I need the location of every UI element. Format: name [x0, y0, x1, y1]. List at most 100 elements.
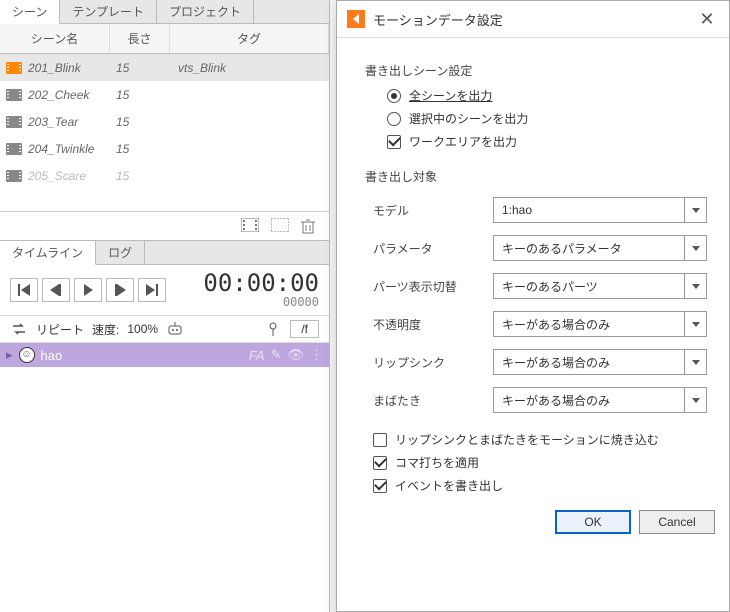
- timecode-frames: 00000: [203, 295, 319, 309]
- step-forward-button[interactable]: [106, 278, 134, 302]
- check-koma[interactable]: コマ打ちを適用: [373, 454, 707, 471]
- radio-label: 全シーンを出力: [409, 87, 492, 104]
- scene-length: 15: [110, 142, 170, 156]
- field-lipsync: リップシンク キーがある場合のみ: [373, 349, 707, 375]
- select-value: キーがある場合のみ: [502, 316, 610, 333]
- film-icon: [0, 62, 28, 74]
- visibility-icon[interactable]: 👁: [287, 347, 304, 363]
- parts-select[interactable]: キーのあるパーツ: [493, 273, 707, 299]
- menu-icon[interactable]: ⋮: [310, 347, 323, 363]
- field-label: まばたき: [373, 392, 493, 409]
- field-label: パーツ表示切替: [373, 278, 493, 295]
- scene-tag: vts_Blink: [170, 61, 329, 75]
- edit-icon[interactable]: ✎: [271, 347, 282, 363]
- scene-toolbar: [0, 212, 329, 241]
- cancel-button[interactable]: Cancel: [639, 510, 715, 534]
- scene-row[interactable]: 201_Blink 15 vts_Blink: [0, 54, 329, 81]
- select-value: キーがある場合のみ: [502, 392, 610, 409]
- radio-selected-scene[interactable]: 選択中のシーンを出力: [387, 110, 707, 127]
- section-export-scene: 書き出しシーン設定: [365, 62, 707, 79]
- scene-row[interactable]: 205_Scare 15: [0, 162, 329, 189]
- scene-name: 202_Cheek: [28, 88, 110, 102]
- scene-length: 15: [110, 115, 170, 129]
- blink-select[interactable]: キーがある場合のみ: [493, 387, 707, 413]
- scene-row[interactable]: 203_Tear 15: [0, 108, 329, 135]
- app-logo-icon: [347, 10, 365, 28]
- chevron-down-icon: [684, 350, 706, 374]
- radio-icon: [387, 112, 401, 126]
- dialog-title: モーションデータ設定: [373, 10, 503, 29]
- delete-scene-icon[interactable]: [301, 218, 315, 234]
- field-label: リップシンク: [373, 354, 493, 371]
- check-label: イベントを書き出し: [395, 477, 503, 494]
- expand-icon[interactable]: ▸: [6, 347, 13, 363]
- check-event[interactable]: イベントを書き出し: [373, 477, 707, 494]
- film-icon: [0, 89, 28, 101]
- parameter-select[interactable]: キーのあるパラメータ: [493, 235, 707, 261]
- track-tag: FA: [249, 348, 265, 363]
- section-export-target: 書き出し対象: [365, 168, 707, 185]
- model-select[interactable]: 1:hao: [493, 197, 707, 223]
- col-length: 長さ: [110, 24, 170, 53]
- field-parts: パーツ表示切替 キーのあるパーツ: [373, 273, 707, 299]
- timecode: 00:00:00 00000: [203, 271, 319, 309]
- check-label: リップシンクとまばたきをモーションに焼き込む: [395, 431, 659, 448]
- duplicate-scene-icon[interactable]: [271, 218, 289, 234]
- scene-name: 201_Blink: [28, 61, 110, 75]
- lipsync-select[interactable]: キーがある場合のみ: [493, 349, 707, 375]
- chevron-down-icon: [684, 198, 706, 222]
- film-icon: [0, 170, 28, 182]
- field-label: パラメータ: [373, 240, 493, 257]
- avatar-icon: ☺: [19, 347, 35, 363]
- radio-icon: [387, 89, 401, 103]
- check-label: ワークエリアを出力: [409, 133, 517, 150]
- speed-value[interactable]: 100%: [127, 322, 158, 336]
- skip-start-button[interactable]: [10, 278, 38, 302]
- opacity-select[interactable]: キーがある場合のみ: [493, 311, 707, 337]
- tab-timeline[interactable]: タイムライン: [0, 241, 96, 265]
- scene-length: 15: [110, 88, 170, 102]
- dialog-body: 書き出しシーン設定 全シーンを出力 選択中のシーンを出力 ワークエリアを出力 書…: [337, 38, 729, 494]
- close-button[interactable]: ✕: [695, 7, 719, 31]
- repeat-icon[interactable]: [10, 320, 28, 338]
- skip-end-button[interactable]: [138, 278, 166, 302]
- film-icon: [0, 116, 28, 128]
- add-scene-icon[interactable]: [241, 218, 259, 234]
- select-value: 1:hao: [502, 203, 532, 217]
- radio-label: 選択中のシーンを出力: [409, 110, 528, 127]
- tab-project[interactable]: プロジェクト: [157, 0, 254, 23]
- tab-scene[interactable]: シーン: [0, 0, 60, 24]
- transport-bar: 00:00:00 00000: [0, 265, 329, 316]
- frame-unit-field[interactable]: /f: [290, 320, 319, 338]
- export-options: リップシンクとまばたきをモーションに焼き込む コマ打ちを適用 イベントを書き出し: [373, 431, 707, 494]
- scene-name: 203_Tear: [28, 115, 110, 129]
- dialog-titlebar: モーションデータ設定 ✕: [337, 1, 729, 38]
- check-workarea[interactable]: ワークエリアを出力: [387, 133, 707, 150]
- track-name: hao: [41, 348, 63, 363]
- tab-log[interactable]: ログ: [96, 241, 145, 264]
- field-label: モデル: [373, 202, 493, 219]
- scene-row[interactable]: 202_Cheek 15: [0, 81, 329, 108]
- scene-columns: シーン名 長さ タグ: [0, 24, 329, 54]
- scene-panel: シーン テンプレート プロジェクト シーン名 長さ タグ 201_Blink 1…: [0, 0, 330, 612]
- scene-row[interactable]: 204_Twinkle 15: [0, 135, 329, 162]
- radio-all-scenes[interactable]: 全シーンを出力: [387, 87, 707, 104]
- tab-template[interactable]: テンプレート: [60, 0, 157, 23]
- timeline-track[interactable]: ▸ ☺ hao FA ✎ 👁 ⋮: [0, 343, 329, 367]
- marker-icon[interactable]: [264, 320, 282, 338]
- robot-icon[interactable]: [166, 320, 184, 338]
- ok-button[interactable]: OK: [555, 510, 631, 534]
- field-opacity: 不透明度 キーがある場合のみ: [373, 311, 707, 337]
- repeat-label: リピート: [36, 321, 84, 338]
- step-back-button[interactable]: [42, 278, 70, 302]
- check-icon: [373, 479, 387, 493]
- field-label: 不透明度: [373, 316, 493, 333]
- play-button[interactable]: [74, 278, 102, 302]
- check-bake[interactable]: リップシンクとまばたきをモーションに焼き込む: [373, 431, 707, 448]
- scene-name: 205_Scare: [28, 169, 110, 183]
- scene-length: 15: [110, 61, 170, 75]
- speed-bar: リピート 速度: 100% /f: [0, 316, 329, 343]
- field-parameter: パラメータ キーのあるパラメータ: [373, 235, 707, 261]
- main-tabs: シーン テンプレート プロジェクト: [0, 0, 329, 24]
- chevron-down-icon: [684, 312, 706, 336]
